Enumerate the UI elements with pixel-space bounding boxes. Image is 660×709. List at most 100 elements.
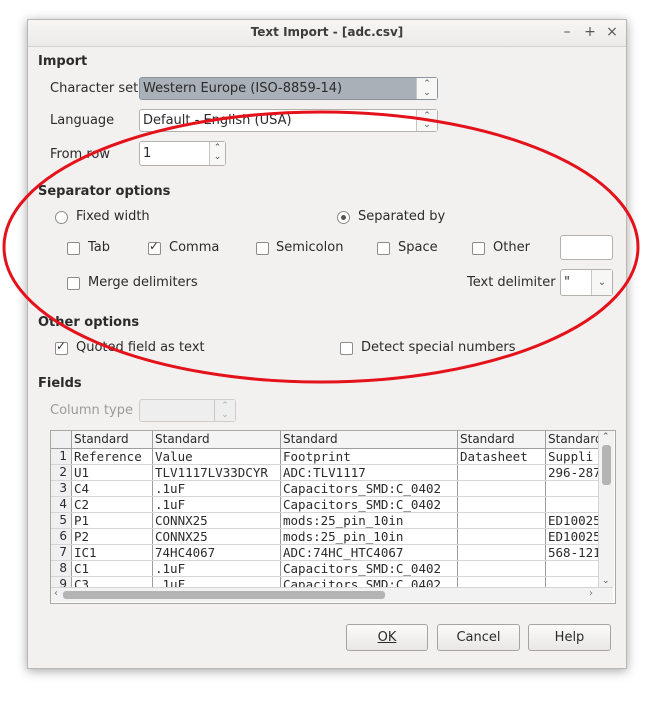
cancel-label: Cancel [456,630,501,645]
language-value: Default - English (USA) [143,113,292,128]
language-select[interactable]: Default - English (USA) ⌃ ⌄ [139,109,438,132]
comma-checkbox[interactable] [148,239,161,255]
separated-by-radio[interactable] [337,211,350,224]
row-number: 6 [51,528,72,545]
row-number: 5 [51,512,72,529]
quoted-field-label: Quoted field as text [76,340,205,355]
table-cell[interactable]: Reference [71,448,153,465]
table-row: 4 C2.1uF Capacitors_SMD:C_0402 [51,496,609,513]
table-cell[interactable]: P1 [71,512,153,529]
fromrow-stepper[interactable]: ⌃ ⌄ [209,142,225,165]
maximize-button[interactable]: + [581,23,599,41]
table-cell[interactable]: Datasheet [457,448,546,465]
chevron-down-icon[interactable]: ⌄ [591,270,612,295]
fromrow-value: 1 [143,146,152,161]
vertical-scrollbar[interactable]: ⌃ ⌄ [598,431,614,587]
cancel-button[interactable]: Cancel [437,624,520,651]
help-button[interactable]: Help [528,624,611,651]
table-cell[interactable]: TLV1117LV33DCYR [152,464,281,481]
quoted-field-checkbox[interactable] [55,339,68,355]
table-cell[interactable]: Footprint [280,448,458,465]
table-row: 6 P2 CONNX25 mods:25_pin_10in ED10025 [51,528,609,545]
column-type-header-row: Standard Standard Standard Standard Stan… [51,431,609,449]
table-cell[interactable] [457,560,546,577]
merge-delimiters-checkbox[interactable] [67,277,80,290]
row-number: 1 [51,448,72,465]
minimize-button[interactable]: – [558,23,576,41]
column-type-spin-icon[interactable]: ⌃ ⌄ [214,400,235,421]
table-cell[interactable] [457,544,546,561]
tab-checkbox[interactable] [67,242,80,255]
table-row: 1 Reference Value Footprint Datasheet Suppli [51,448,609,465]
table-cell[interactable]: C1 [71,560,153,577]
text-delimiter-label: Text delimiter [467,275,556,290]
title-bar[interactable]: Text Import - [adc.csv] – + × [28,20,626,47]
fixed-width-radio[interactable] [55,211,68,224]
scroll-left-icon[interactable]: ‹ [54,588,58,599]
table-cell[interactable] [457,496,546,513]
detect-special-numbers-label: Detect special numbers [361,340,516,355]
fixed-width-label: Fixed width [76,209,150,224]
column-type-select[interactable]: ⌃ ⌄ [139,399,236,422]
table-cell[interactable]: .1uF [152,496,281,513]
table-cell[interactable]: Capacitors_SMD:C_0402 [280,560,458,577]
table-cell[interactable]: Value [152,448,281,465]
fromrow-spinner[interactable]: 1 ⌃ ⌄ [139,141,226,166]
table-cell[interactable]: CONNX25 [152,528,281,545]
horizontal-scrollbar[interactable]: ‹ › [51,587,613,602]
space-label: Space [398,240,438,255]
table-cell[interactable] [457,464,546,481]
fields-preview-grid[interactable]: Standard Standard Standard Standard Stan… [50,430,616,604]
table-cell[interactable]: CONNX25 [152,512,281,529]
table-cell[interactable]: P2 [71,528,153,545]
comma-label: Comma [169,240,220,255]
table-cell[interactable] [457,528,546,545]
detect-special-numbers-checkbox[interactable] [340,342,353,355]
table-cell[interactable]: Capacitors_SMD:C_0402 [280,480,458,497]
table-cell[interactable] [457,512,546,529]
column-header[interactable]: Standard [71,431,153,449]
help-label: Help [554,630,585,645]
scroll-down-icon[interactable]: ⌄ [602,577,610,586]
column-header[interactable]: Standard [280,431,458,449]
table-cell[interactable]: mods:25_pin_10in [280,528,458,545]
import-heading: Import [38,54,88,69]
column-header[interactable]: Standard [457,431,546,449]
vertical-scroll-thumb[interactable] [602,445,611,485]
table-cell[interactable]: Capacitors_SMD:C_0402 [280,496,458,513]
table-cell[interactable]: C4 [71,480,153,497]
preview-table: Standard Standard Standard Standard Stan… [51,431,609,593]
table-cell[interactable] [457,480,546,497]
semicolon-checkbox[interactable] [256,242,269,255]
table-cell[interactable]: C2 [71,496,153,513]
row-number: 8 [51,560,72,577]
other-input[interactable] [560,235,613,260]
table-cell[interactable]: U1 [71,464,153,481]
table-cell[interactable]: mods:25_pin_10in [280,512,458,529]
ok-label: OK [377,630,397,645]
table-cell[interactable]: .1uF [152,560,281,577]
ok-button[interactable]: OK [346,624,428,651]
column-header[interactable]: Standard [152,431,281,449]
table-cell[interactable]: ADC:TLV1117 [280,464,458,481]
scroll-up-icon[interactable]: ⌃ [602,433,610,442]
space-checkbox[interactable] [377,242,390,255]
table-cell[interactable]: 74HC4067 [152,544,281,561]
charset-spin-icon[interactable]: ⌃ ⌄ [416,78,437,99]
semicolon-label: Semicolon [276,240,344,255]
tab-label: Tab [88,240,111,255]
table-cell[interactable]: ADC:74HC_HTC4067 [280,544,458,561]
row-number: 4 [51,496,72,513]
language-spin-icon[interactable]: ⌃ ⌄ [416,110,437,131]
close-button[interactable]: × [603,23,621,41]
row-number: 3 [51,480,72,497]
table-cell[interactable]: IC1 [71,544,153,561]
horizontal-scroll-thumb[interactable] [63,591,385,599]
text-delimiter-select[interactable]: " ⌄ [560,269,613,296]
charset-select[interactable]: Western Europe (ISO-8859-14) ⌃ ⌄ [139,77,438,100]
other-label: Other [493,240,530,255]
other-checkbox[interactable] [472,242,485,255]
scroll-right-icon[interactable]: › [589,588,593,599]
fromrow-label: From row [50,147,110,162]
table-cell[interactable]: .1uF [152,480,281,497]
